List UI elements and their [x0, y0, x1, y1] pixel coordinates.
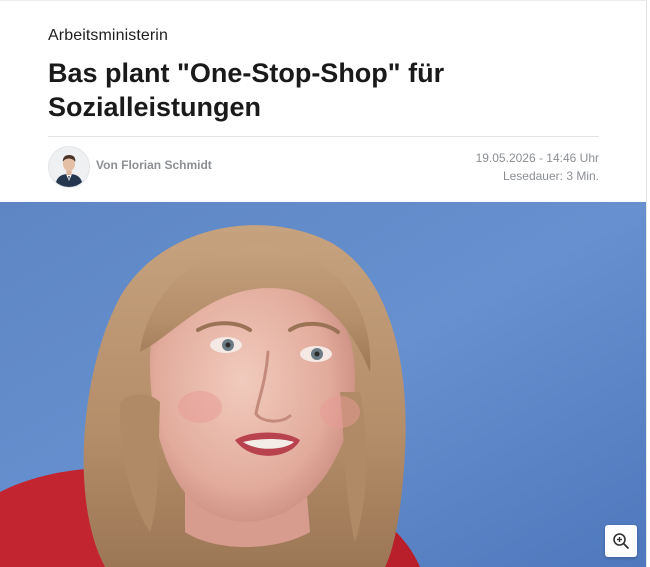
top-border: [0, 0, 646, 1]
author-portrait-icon: [49, 147, 89, 187]
article-page: Arbeitsministerin Bas plant "One-Stop-Sh…: [0, 0, 647, 567]
zoom-button[interactable]: [605, 525, 637, 557]
zoom-in-icon: [613, 533, 629, 549]
article-headline: Bas plant "One-Stop-Shop" für Sozialleis…: [48, 58, 445, 122]
author-name[interactable]: Von Florian Schmidt: [96, 158, 212, 172]
header-divider: [48, 136, 599, 137]
portrait-photo: [0, 202, 646, 567]
author-avatar[interactable]: [48, 146, 90, 188]
article-meta: 19.05.2026 - 14:46 Uhr Lesedauer: 3 Min.: [476, 149, 599, 185]
publish-date: 19.05.2026 - 14:46 Uhr: [475, 151, 599, 165]
article-kicker: Arbeitsministerin: [48, 27, 168, 44]
read-time: Lesedauer: 3 Min.: [502, 169, 599, 183]
hero-image[interactable]: [0, 202, 646, 567]
